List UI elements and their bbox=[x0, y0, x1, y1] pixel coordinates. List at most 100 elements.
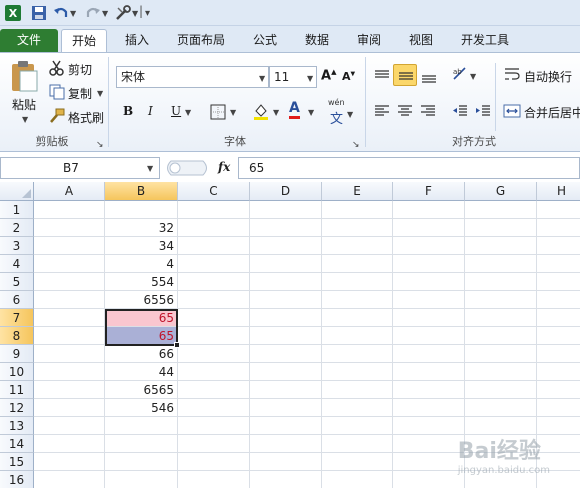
row-header-1[interactable]: 1 bbox=[0, 201, 34, 219]
cell-a1[interactable] bbox=[34, 201, 105, 219]
save-icon[interactable] bbox=[30, 4, 48, 22]
cell-d7[interactable] bbox=[250, 309, 322, 327]
cell-e3[interactable] bbox=[322, 237, 393, 255]
cell-c8[interactable] bbox=[178, 327, 250, 345]
cell-c11[interactable] bbox=[178, 381, 250, 399]
font-color-button[interactable]: A bbox=[289, 101, 300, 119]
cell-b10[interactable]: 44 bbox=[105, 363, 178, 381]
align-left-icon[interactable] bbox=[373, 102, 391, 120]
row-header-16[interactable]: 16 bbox=[0, 471, 34, 488]
column-header-b[interactable]: B bbox=[105, 182, 178, 201]
cell-h3[interactable] bbox=[537, 237, 580, 255]
cell-g3[interactable] bbox=[465, 237, 537, 255]
paste-icon[interactable] bbox=[9, 59, 39, 93]
orientation-icon[interactable]: ab bbox=[451, 65, 469, 83]
cell-c10[interactable] bbox=[178, 363, 250, 381]
format-painter-button[interactable]: 格式刷 bbox=[68, 109, 104, 126]
cell-h8[interactable] bbox=[537, 327, 580, 345]
cell-e16[interactable] bbox=[322, 471, 393, 488]
cell-g9[interactable] bbox=[465, 345, 537, 363]
cell-f3[interactable] bbox=[393, 237, 465, 255]
cell-c2[interactable] bbox=[178, 219, 250, 237]
fill-handle[interactable] bbox=[174, 342, 180, 348]
cell-b6[interactable]: 6556 bbox=[105, 291, 178, 309]
tools-dropdown-icon[interactable]: ▼ bbox=[132, 9, 138, 18]
undo-dropdown-icon[interactable]: ▼ bbox=[70, 9, 76, 18]
cell-b4[interactable]: 4 bbox=[105, 255, 178, 273]
cell-c1[interactable] bbox=[178, 201, 250, 219]
format-painter-icon[interactable] bbox=[48, 107, 66, 125]
orientation-dropdown-icon[interactable]: ▼ bbox=[470, 72, 476, 81]
cell-g5[interactable] bbox=[465, 273, 537, 291]
column-header-f[interactable]: F bbox=[393, 182, 465, 201]
borders-dropdown-icon[interactable]: ▼ bbox=[230, 108, 236, 117]
cell-f4[interactable] bbox=[393, 255, 465, 273]
row-header-9[interactable]: 9 bbox=[0, 345, 34, 363]
cell-d14[interactable] bbox=[250, 435, 322, 453]
row-header-10[interactable]: 10 bbox=[0, 363, 34, 381]
cell-e4[interactable] bbox=[322, 255, 393, 273]
copy-icon[interactable] bbox=[48, 83, 66, 101]
merge-center-icon[interactable] bbox=[503, 102, 521, 120]
cell-e15[interactable] bbox=[322, 453, 393, 471]
cell-b14[interactable] bbox=[105, 435, 178, 453]
tab-page-layout[interactable]: 页面布局 bbox=[167, 29, 235, 52]
cell-e6[interactable] bbox=[322, 291, 393, 309]
cell-h6[interactable] bbox=[537, 291, 580, 309]
tab-view[interactable]: 视图 bbox=[399, 29, 443, 52]
cell-d8[interactable] bbox=[250, 327, 322, 345]
cut-button[interactable]: 剪切 bbox=[68, 61, 92, 78]
column-header-a[interactable]: A bbox=[34, 182, 105, 201]
cell-g6[interactable] bbox=[465, 291, 537, 309]
cell-f8[interactable] bbox=[393, 327, 465, 345]
cell-g4[interactable] bbox=[465, 255, 537, 273]
cell-a9[interactable] bbox=[34, 345, 105, 363]
cell-d13[interactable] bbox=[250, 417, 322, 435]
cell-c13[interactable] bbox=[178, 417, 250, 435]
row-header-13[interactable]: 13 bbox=[0, 417, 34, 435]
cell-e1[interactable] bbox=[322, 201, 393, 219]
row-header-6[interactable]: 6 bbox=[0, 291, 34, 309]
align-top-icon[interactable] bbox=[373, 67, 391, 85]
redo-icon[interactable] bbox=[84, 4, 102, 22]
paste-dropdown-icon[interactable]: ▼ bbox=[22, 115, 28, 124]
cell-h11[interactable] bbox=[537, 381, 580, 399]
cell-a10[interactable] bbox=[34, 363, 105, 381]
tools-icon[interactable] bbox=[114, 4, 132, 22]
select-all-button[interactable] bbox=[0, 182, 34, 201]
cell-b15[interactable] bbox=[105, 453, 178, 471]
cell-e2[interactable] bbox=[322, 219, 393, 237]
cell-a11[interactable] bbox=[34, 381, 105, 399]
cell-g7[interactable] bbox=[465, 309, 537, 327]
cell-b11[interactable]: 6565 bbox=[105, 381, 178, 399]
cell-d11[interactable] bbox=[250, 381, 322, 399]
cell-f15[interactable] bbox=[393, 453, 465, 471]
row-header-15[interactable]: 15 bbox=[0, 453, 34, 471]
tab-file[interactable]: 文件 bbox=[0, 29, 58, 52]
decrease-indent-icon[interactable] bbox=[451, 102, 469, 120]
cell-f6[interactable] bbox=[393, 291, 465, 309]
italic-button[interactable]: I bbox=[148, 104, 153, 118]
cell-h12[interactable] bbox=[537, 399, 580, 417]
wrap-text-icon[interactable] bbox=[503, 65, 521, 83]
name-box-dropdown-icon[interactable]: ▼ bbox=[147, 164, 153, 173]
column-header-g[interactable]: G bbox=[465, 182, 537, 201]
worksheet-grid[interactable]: ABCDEFGH 1 2 3 4 5 6 7 8 9 10 11 12 13 14 15 16 32 34 4 55… bbox=[0, 182, 580, 488]
name-box[interactable]: B7 bbox=[0, 157, 160, 179]
cell-a14[interactable] bbox=[34, 435, 105, 453]
row-header-3[interactable]: 3 bbox=[0, 237, 34, 255]
cell-d10[interactable] bbox=[250, 363, 322, 381]
tab-home[interactable]: 开始 bbox=[61, 29, 107, 52]
cell-d12[interactable] bbox=[250, 399, 322, 417]
cell-f7[interactable] bbox=[393, 309, 465, 327]
cell-f9[interactable] bbox=[393, 345, 465, 363]
cell-d6[interactable] bbox=[250, 291, 322, 309]
cell-a7[interactable] bbox=[34, 309, 105, 327]
cell-d1[interactable] bbox=[250, 201, 322, 219]
formula-input[interactable]: 65 bbox=[238, 157, 580, 179]
phonetic-guide-icon[interactable]: 文 bbox=[330, 108, 343, 127]
row-header-2[interactable]: 2 bbox=[0, 219, 34, 237]
copy-button[interactable]: 复制 bbox=[68, 85, 92, 102]
cell-a15[interactable] bbox=[34, 453, 105, 471]
cell-g12[interactable] bbox=[465, 399, 537, 417]
